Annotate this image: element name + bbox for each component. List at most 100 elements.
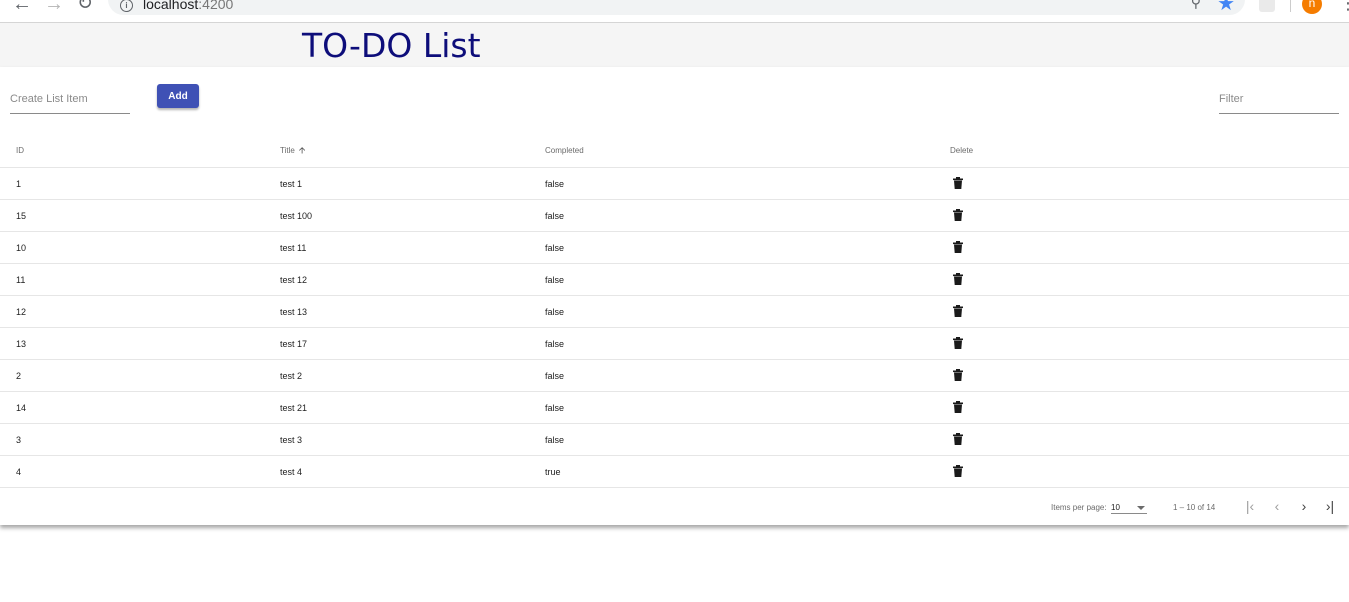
table-row: 15 test 100 false xyxy=(0,199,1349,232)
more-menu-icon[interactable]: ⋮ xyxy=(1339,0,1349,12)
cell-title: test 13 xyxy=(280,295,545,328)
table-row: 4 test 4 true xyxy=(0,455,1349,488)
table-row: 12 test 13 false xyxy=(0,295,1349,328)
url-host: localhost xyxy=(143,0,199,12)
cell-delete xyxy=(950,455,1349,488)
cell-title: test 100 xyxy=(280,199,545,232)
filter-field xyxy=(1219,89,1339,114)
cell-title: test 12 xyxy=(280,263,545,296)
cell-id: 10 xyxy=(0,231,280,264)
cell-id: 1 xyxy=(0,167,280,200)
column-header-delete: Delete xyxy=(950,134,1349,168)
browser-toolbar: ← → ↻ i localhost:4200 ⚲ ★ n ⋮ xyxy=(0,0,1349,23)
info-icon[interactable]: i xyxy=(120,0,133,12)
last-page-icon[interactable]: ›| xyxy=(1322,498,1338,514)
cell-delete xyxy=(950,359,1349,392)
cell-completed: false xyxy=(545,423,950,456)
trash-icon[interactable] xyxy=(953,240,963,255)
extension-icon[interactable] xyxy=(1259,0,1275,12)
column-header-label: Completed xyxy=(545,146,584,155)
url-port: :4200 xyxy=(198,0,234,12)
column-header-label: Delete xyxy=(950,146,974,155)
page-range-label: 1 – 10 of 14 xyxy=(1173,503,1216,512)
cell-completed: false xyxy=(545,327,950,360)
page-size-select[interactable]: 10 xyxy=(1111,501,1147,514)
table-row: 10 test 11 false xyxy=(0,231,1349,264)
table-row: 2 test 2 false xyxy=(0,359,1349,392)
trash-icon[interactable] xyxy=(953,464,963,479)
cell-completed: true xyxy=(545,455,950,488)
cell-title: test 1 xyxy=(280,167,545,200)
back-arrow-icon[interactable]: ← xyxy=(12,0,32,14)
create-item-input[interactable] xyxy=(10,91,130,107)
table-row: 3 test 3 false xyxy=(0,423,1349,456)
table-header-row: ID Title 🡩 Completed Delete xyxy=(0,134,1349,168)
cell-delete xyxy=(950,327,1349,360)
column-header-label: ID xyxy=(16,146,24,155)
items-per-page-label: Items per page: xyxy=(1051,503,1107,512)
app-header: TO-DO List xyxy=(0,23,1349,67)
trash-icon[interactable] xyxy=(953,176,963,191)
cell-completed: false xyxy=(545,295,950,328)
create-item-field xyxy=(10,89,130,114)
input-underline xyxy=(10,113,130,114)
paginator: Items per page: 10 1 – 10 of 14 |‹ ‹ › ›… xyxy=(0,488,1349,525)
cell-completed: false xyxy=(545,391,950,424)
trash-icon[interactable] xyxy=(953,304,963,319)
cell-id: 11 xyxy=(0,263,280,296)
reload-icon[interactable]: ↻ xyxy=(77,0,93,14)
page-title: TO-DO List xyxy=(302,26,481,65)
trash-icon[interactable] xyxy=(953,368,963,383)
bookmark-star-icon[interactable]: ★ xyxy=(1217,0,1235,16)
cell-title: test 3 xyxy=(280,423,545,456)
cell-title: test 17 xyxy=(280,327,545,360)
trash-icon[interactable] xyxy=(953,208,963,223)
add-button[interactable]: Add xyxy=(157,84,199,108)
cell-delete xyxy=(950,423,1349,456)
cell-id: 4 xyxy=(0,455,280,488)
cell-completed: false xyxy=(545,199,950,232)
table-row: 13 test 17 false xyxy=(0,327,1349,360)
cell-title: test 21 xyxy=(280,391,545,424)
table-row: 1 test 1 false xyxy=(0,167,1349,200)
next-page-icon[interactable]: › xyxy=(1296,498,1312,514)
trash-icon[interactable] xyxy=(953,400,963,415)
column-header-label: Title xyxy=(280,145,295,155)
cell-id: 14 xyxy=(0,391,280,424)
input-underline xyxy=(1219,113,1339,114)
todo-table: ID Title 🡩 Completed Delete 1 test 1 fals… xyxy=(0,134,1349,488)
filter-input[interactable] xyxy=(1219,91,1339,107)
cell-id: 3 xyxy=(0,423,280,456)
cell-delete xyxy=(950,199,1349,232)
cell-completed: false xyxy=(545,231,950,264)
cell-completed: false xyxy=(545,263,950,296)
cell-delete xyxy=(950,263,1349,296)
trash-icon[interactable] xyxy=(953,432,963,447)
first-page-icon[interactable]: |‹ xyxy=(1242,498,1258,514)
cell-id: 13 xyxy=(0,327,280,360)
cell-delete xyxy=(950,391,1349,424)
cell-completed: false xyxy=(545,359,950,392)
sort-ascending-icon: 🡩 xyxy=(298,144,306,155)
forward-arrow-icon[interactable]: → xyxy=(44,0,64,14)
table-row: 14 test 21 false xyxy=(0,391,1349,424)
address-url: localhost:4200 xyxy=(143,0,233,12)
trash-icon[interactable] xyxy=(953,336,963,351)
column-header-title[interactable]: Title 🡩 xyxy=(280,134,545,168)
address-bar[interactable]: i localhost:4200 ⚲ ★ xyxy=(108,0,1245,15)
todo-card: Add ID Title🡩 Completed Delete 1 test 1 … xyxy=(0,67,1349,525)
dropdown-arrow-icon xyxy=(1137,506,1145,510)
cell-completed: false xyxy=(545,167,950,200)
cell-id: 15 xyxy=(0,199,280,232)
cell-delete xyxy=(950,295,1349,328)
column-header-completed[interactable]: Completed xyxy=(545,134,950,168)
previous-page-icon[interactable]: ‹ xyxy=(1269,498,1285,514)
column-header-id[interactable]: ID xyxy=(0,134,280,168)
trash-icon[interactable] xyxy=(953,272,963,287)
cell-id: 12 xyxy=(0,295,280,328)
cell-title: test 2 xyxy=(280,359,545,392)
profile-avatar[interactable]: n xyxy=(1302,0,1322,14)
zoom-icon[interactable]: ⚲ xyxy=(1191,0,1201,11)
cell-delete xyxy=(950,231,1349,264)
cell-title: test 11 xyxy=(280,231,545,264)
